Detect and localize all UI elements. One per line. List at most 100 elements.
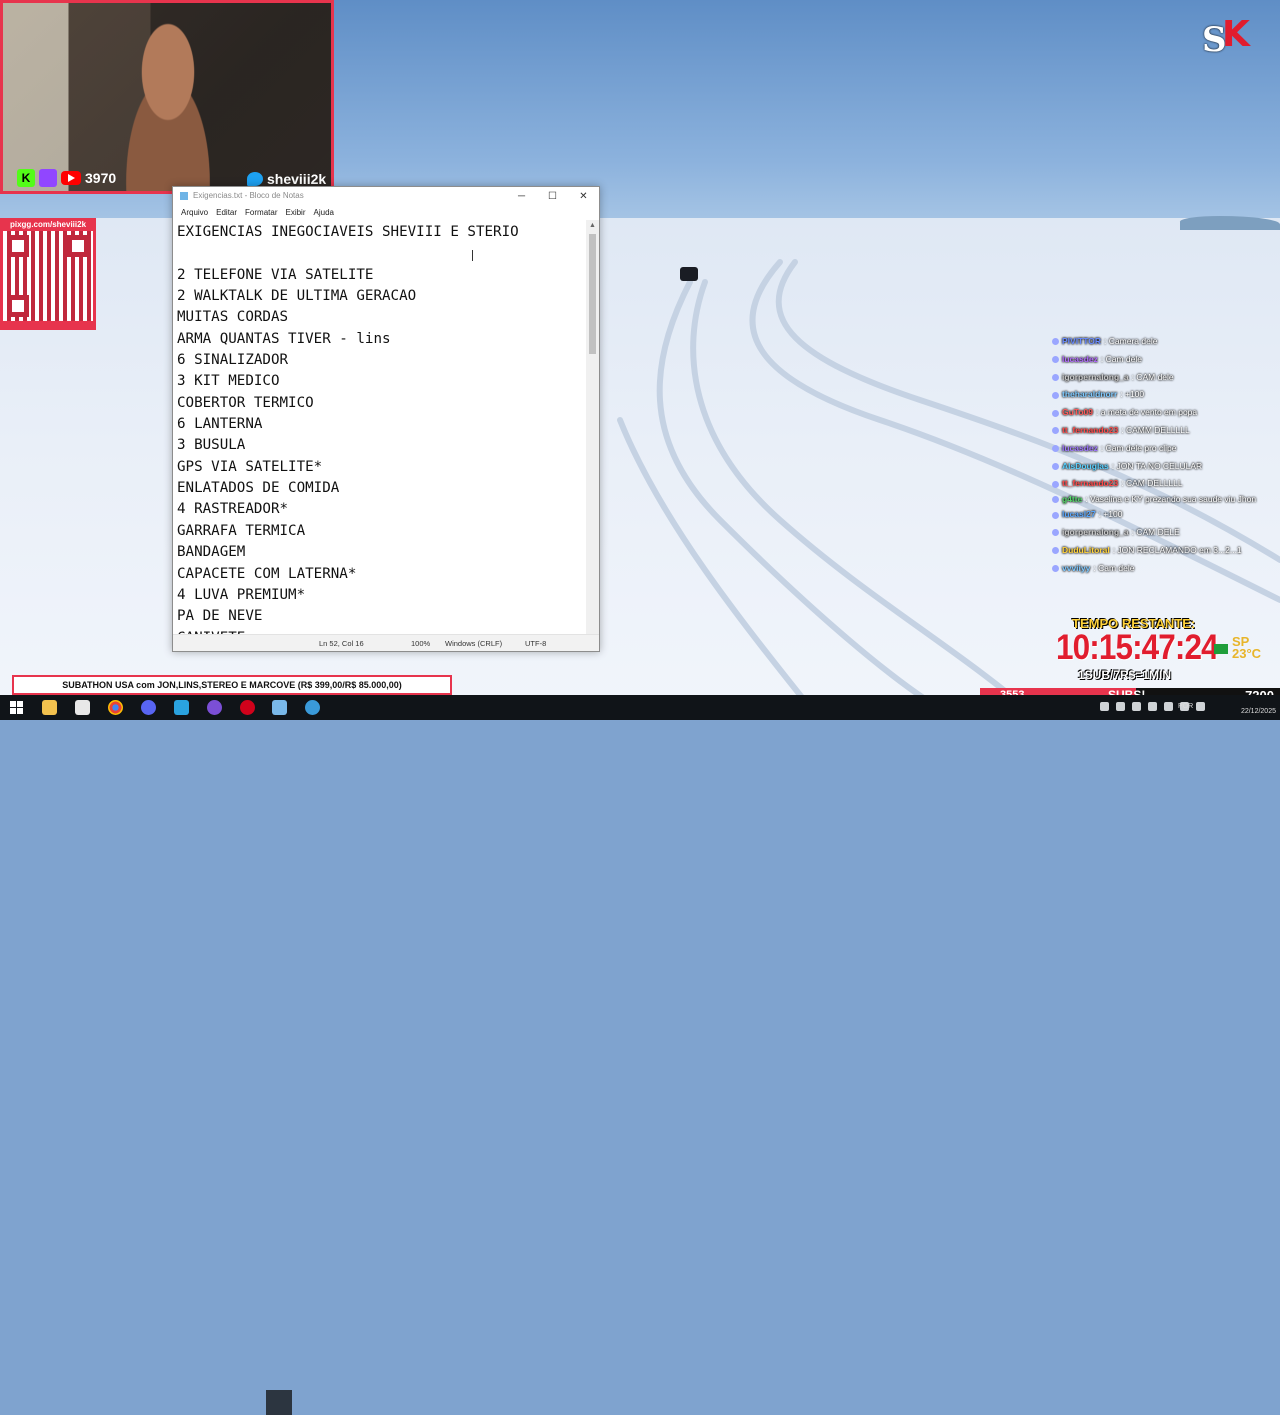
notepad-titlebar[interactable]: Exigencias.txt - Bloco de Notas ─ ☐ ✕ <box>173 187 599 205</box>
chat-badge-icon <box>1052 547 1059 555</box>
chat-text: : Vaselina e KY prezando sua saude viu J… <box>1085 494 1257 505</box>
menu-formatar[interactable]: Formatar <box>241 208 281 217</box>
notepad-line: 3 KIT MEDICO <box>177 373 280 390</box>
donation-qr: pixgg.com/sheviii2k <box>0 218 96 330</box>
menu-editar[interactable]: Editar <box>212 208 241 217</box>
chat-username: DuduLitoral <box>1062 544 1110 555</box>
chat-text: : Cam dele pro clipe <box>1100 442 1177 453</box>
notepad-line: BANDAGEM <box>177 544 246 561</box>
chat-username: vvviiyy <box>1062 562 1091 573</box>
chat-badge-icon <box>1052 462 1059 470</box>
weather-temp: SP 23°C <box>1232 634 1262 661</box>
chat-message: GuTo09: a meta de vento em popa <box>1052 404 1280 422</box>
chat-username: lucasdez <box>1062 353 1098 364</box>
viewer-count: 3970 <box>85 170 117 186</box>
file-explorer-icon[interactable] <box>42 700 57 715</box>
chat-text: : CAM DELE <box>1131 526 1180 537</box>
notepad-line: GPS VIA SATELITE* <box>177 458 323 475</box>
minimize-button[interactable]: ─ <box>506 187 537 205</box>
webcam-overlay: K 3970 sheviii2k <box>0 0 334 194</box>
notepad-line: COBERTOR TERMICO <box>177 394 314 411</box>
windows-taskbar <box>0 695 1280 1415</box>
notepad-line: MUITAS CORDAS <box>177 309 289 326</box>
twitter-icon <box>247 172 263 186</box>
chat-text: : CAM dele <box>1131 371 1174 382</box>
chat-badge-icon <box>1052 356 1059 364</box>
chrome-icon[interactable] <box>108 700 123 715</box>
menu-exibir[interactable]: Exibir <box>281 208 309 217</box>
maximize-button[interactable]: ☐ <box>537 187 568 205</box>
notepad-line: 6 LANTERNA <box>177 416 263 433</box>
notepad-text-area[interactable]: EXIGENCIAS INEGOCIAVEIS SHEVIII E STERIO… <box>173 220 587 637</box>
menu-arquivo[interactable]: Arquivo <box>177 208 212 217</box>
timer-rate: 1SUB/7R$=1MIN <box>1078 668 1172 682</box>
close-button[interactable]: ✕ <box>568 187 599 205</box>
encoding: UTF-8 <box>525 639 547 648</box>
chat-message: lucasdez: Cam dele pro clipe <box>1052 440 1280 458</box>
tray-icon[interactable] <box>1196 702 1205 711</box>
kick-icon: K <box>17 169 35 187</box>
notepad-taskbar-item[interactable] <box>266 1390 292 1415</box>
chat-text: : Cam dele <box>1093 562 1135 573</box>
notepad-line: 2 WALKTALK DE ULTIMA GERACAO <box>177 288 417 305</box>
notepad-taskbar-icon[interactable] <box>272 700 287 715</box>
chat-username: igorpernalong_a <box>1062 371 1129 382</box>
subathon-timer: TEMPO RESTANTE: 10:15:47:24 SP 23°C 1SUB… <box>1056 616 1280 686</box>
chat-feed: PIVITTOR: Camera dele lucasdez: Cam dele i… <box>1052 333 1280 577</box>
chat-message: DuduLitoral: JON RECLAMANDO em 3...2...1 <box>1052 542 1280 560</box>
chat-badge-icon <box>1052 427 1059 435</box>
edge-icon[interactable] <box>305 700 320 715</box>
notepad-line: 4 LUVA PREMIUM* <box>177 586 306 603</box>
chat-username: lucasdez <box>1062 442 1098 453</box>
chat-message: vvviiyy: Cam dele <box>1052 560 1280 578</box>
chat-message: theharaldnorr: +100 <box>1052 386 1280 404</box>
notepad-line: 4 RASTREADOR* <box>177 501 289 518</box>
chat-message: tt_fernando23: CAM DELLLLL <box>1052 475 1280 493</box>
viewer-badge: K 3970 <box>17 169 116 187</box>
qr-url: pixgg.com/sheviii2k <box>9 220 87 229</box>
vertical-scrollbar[interactable]: ▲ <box>586 220 599 637</box>
chat-username: GuTo09 <box>1062 407 1094 418</box>
notepad-line: GARRAFA TERMICA <box>177 522 306 539</box>
notepad-window[interactable]: Exigencias.txt - Bloco de Notas ─ ☐ ✕ Ar… <box>172 186 600 652</box>
tray-icon[interactable] <box>1116 702 1125 711</box>
notepad-line: ENLATADOS DE COMIDA <box>177 480 340 497</box>
store-icon[interactable] <box>75 700 90 715</box>
chat-badge-icon <box>1052 391 1059 399</box>
telegram-icon[interactable] <box>174 700 189 715</box>
timer-value: 10:15:47:24 <box>1056 628 1219 667</box>
scroll-up-icon[interactable]: ▲ <box>586 220 599 232</box>
chat-username: lucasl27 <box>1062 509 1096 520</box>
notepad-content[interactable]: EXIGENCIAS INEGOCIAVEIS SHEVIII E STERIO… <box>173 220 587 637</box>
tray-icon[interactable] <box>1132 702 1141 711</box>
zoom-level: 100% <box>411 639 431 648</box>
keyboard-language[interactable]: POR <box>1178 703 1193 710</box>
tray-icon[interactable] <box>1148 702 1157 711</box>
chat-text: : CAM DELLLLL <box>1121 478 1183 489</box>
twitch-icon <box>39 169 57 187</box>
start-button[interactable] <box>10 701 23 714</box>
youtube-icon <box>61 171 81 185</box>
chat-badge-icon <box>1052 409 1059 417</box>
chat-username: igorpernalong_a <box>1062 526 1129 537</box>
tray-icon[interactable] <box>1164 702 1173 711</box>
scroll-thumb[interactable] <box>589 234 596 354</box>
chat-message: igorpernalong_a: CAM dele <box>1052 369 1280 387</box>
chat-text: : a meta de vento em popa <box>1096 407 1198 418</box>
chat-badge-icon <box>1052 445 1059 453</box>
taskbar-clock[interactable]: 22/12/2025 <box>1241 697 1276 717</box>
chat-text: : Camera dele <box>1104 336 1158 346</box>
snow-vehicle <box>680 267 698 281</box>
chat-username: tt_fernando23 <box>1062 478 1119 489</box>
notepad-line: 2 TELEFONE VIA SATELITE <box>177 266 374 283</box>
chat-message: g4tte: Vaselina e KY prezando sua saude … <box>1052 493 1280 506</box>
chat-badge-icon <box>1052 338 1059 346</box>
chat-text: : JON RECLAMANDO em 3...2...1 <box>1112 544 1242 555</box>
discord-icon[interactable] <box>141 700 156 715</box>
app-icon[interactable] <box>207 700 222 715</box>
tray-icon[interactable] <box>1100 702 1109 711</box>
chat-message: lucasl27: +100 <box>1052 506 1280 524</box>
obs-icon[interactable] <box>240 700 255 715</box>
chat-username: g4tte <box>1062 494 1083 505</box>
menu-ajuda[interactable]: Ajuda <box>310 208 338 217</box>
